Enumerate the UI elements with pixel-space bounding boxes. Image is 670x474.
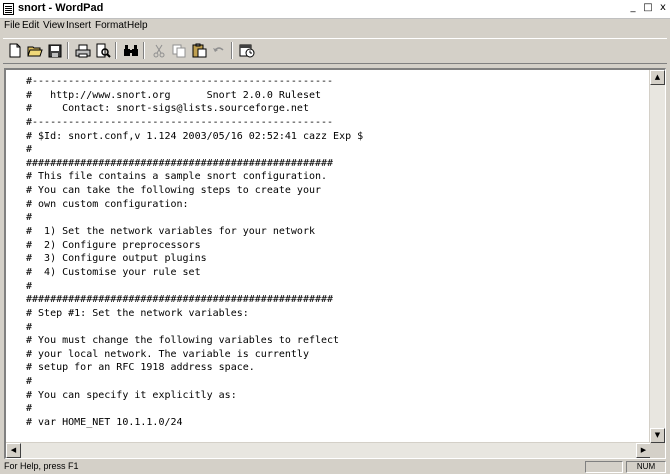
document-line: # http://www.snort.org Snort 2.0.0 Rules… [26,89,322,101]
document-line: # 3) Configure output plugins [26,253,207,265]
document-line: # [26,212,33,224]
toolbar-separator [67,42,69,59]
open-icon [27,46,43,56]
title-bar[interactable]: snort - WordPad _ □ x [0,0,670,19]
document-line: ########################################… [26,294,334,306]
document-area[interactable]: #---------------------------------------… [6,70,651,443]
scrollbar-corner [650,443,665,458]
arrow-right-icon: ▶ [640,446,647,454]
minimize-button[interactable]: _ [626,2,640,15]
document-line: # 4) Customise your rule set [26,266,201,278]
copy-icon [172,44,185,57]
copy-button[interactable] [169,41,189,60]
document-line: # [26,403,33,415]
scroll-up-button[interactable]: ▲ [650,70,665,85]
document-line: # [26,280,33,292]
document-line: # You can specify it explicitly as: [26,389,237,401]
print-button[interactable] [73,41,93,60]
document-line: # $Id: snort.conf,v 1.124 2003/05/16 02:… [26,130,364,142]
document-line: # This file contains a sample snort conf… [26,171,328,183]
scroll-right-button[interactable]: ▶ [636,443,651,458]
save-icon [48,44,62,57]
status-bar: For Help, press F1 NUM [0,460,670,474]
close-button[interactable]: x [656,2,670,15]
wordpad-window: snort - WordPad _ □ x File Edit View Ins… [0,0,670,474]
print-preview-button[interactable] [93,41,113,60]
horizontal-scrollbar[interactable]: ◀ ▶ [6,442,651,458]
editor-frame: #---------------------------------------… [4,68,666,459]
new-button[interactable] [5,41,25,60]
menu-format[interactable]: Format [95,20,127,31]
document-line: # You can take the following steps to cr… [26,185,322,197]
document-line: # 2) Configure preprocessors [26,239,201,251]
caption-buttons: _ □ x [626,2,670,16]
find-button[interactable] [121,41,141,60]
cut-button[interactable] [149,41,169,60]
arrow-down-icon: ▼ [654,431,661,439]
print-icon [75,44,91,57]
document-line: # [26,376,33,388]
window-title: snort - WordPad [18,2,104,14]
document-line: # [26,144,33,156]
menu-edit[interactable]: Edit [22,20,39,31]
document-lines: #---------------------------------------… [26,75,363,430]
document-line: # own custom configuration: [26,198,189,210]
document-line: # var HOME_NET 10.1.1.0/24 [26,417,183,429]
undo-button[interactable] [209,41,229,60]
document-line: # Contact: snort-sigs@lists.sourceforge.… [26,103,309,115]
document-line: # your local network. The variable is cu… [26,348,309,360]
document-line: #---------------------------------------… [26,116,334,128]
open-button[interactable] [25,41,45,60]
new-icon [9,43,21,58]
arrow-up-icon: ▲ [654,73,661,81]
menu-bar: File Edit View Insert Format Help [0,19,670,35]
menu-insert[interactable]: Insert [66,20,91,31]
document-line: # You must change the following variable… [26,335,340,347]
document-line: # [26,321,33,333]
wordpad-app-icon[interactable] [3,3,14,15]
date-time-button[interactable] [237,41,257,60]
toolbar-separator [115,42,117,59]
menu-view[interactable]: View [43,20,65,31]
menu-file[interactable]: File [4,20,20,31]
status-text: For Help, press F1 [4,461,79,471]
print-preview-icon [96,43,111,58]
date-time-icon [239,44,255,58]
maximize-button[interactable]: □ [641,2,655,15]
document-line: # setup for an RFC 1918 address space. [26,362,255,374]
undo-icon [213,46,224,52]
arrow-left-icon: ◀ [10,446,17,454]
save-button[interactable] [45,41,65,60]
document-line: #---------------------------------------… [26,76,334,87]
toolbar-separator [143,42,145,59]
cut-icon [153,44,165,57]
document-line: # 1) Set the network variables for your … [26,226,315,238]
vertical-scrollbar[interactable]: ▲ ▼ [649,70,665,443]
document-line: # Step #1: Set the network variables: [26,307,249,319]
toolbar [3,38,667,64]
scroll-down-button[interactable]: ▼ [650,428,665,443]
num-lock-indicator: NUM [626,461,666,473]
paste-button[interactable] [189,41,209,60]
menu-help[interactable]: Help [127,20,148,31]
find-icon [124,44,138,56]
scroll-left-button[interactable]: ◀ [6,443,21,458]
toolbar-separator [231,42,233,59]
document-line: ########################################… [26,157,334,169]
paste-icon [192,43,206,58]
status-panel-blank [585,461,623,473]
